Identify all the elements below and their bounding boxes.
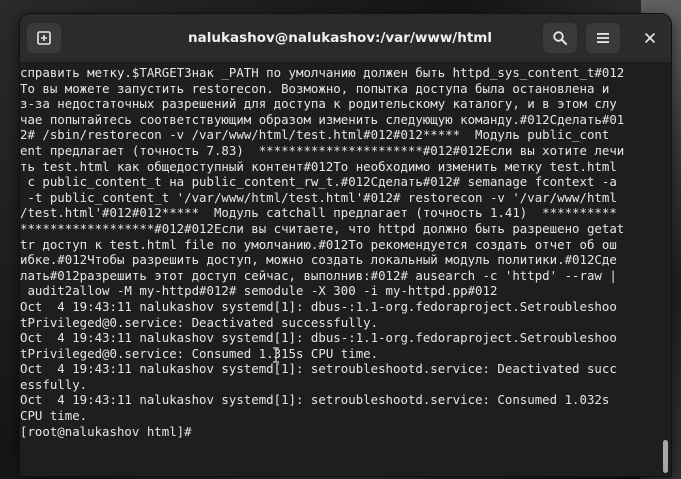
terminal-line: лать#012разрешить этот доступ сейчас, вы… <box>20 267 617 283</box>
scrollbar-thumb[interactable] <box>663 440 668 473</box>
terminal-line: ******************#012#012Если вы считае… <box>20 220 625 236</box>
terminal-line: Oct 4 19:43:11 nalukashov systemd[1]: db… <box>20 298 617 314</box>
close-button[interactable] <box>633 23 667 53</box>
terminal-line: То вы можете запустить restorecon. Возмо… <box>20 80 610 96</box>
terminal-output: справить метку.$TARGETЗнак _PATH по умол… <box>20 65 624 439</box>
terminal-line: чае попытайтесь соответствующим образом … <box>20 111 625 127</box>
text-cursor <box>199 425 206 438</box>
terminal-line: CPU time. <box>20 408 88 424</box>
terminal-line: tPrivileged@0.service: Deactivated succe… <box>20 314 379 330</box>
titlebar: nalukashov@nalukashov:/var/www/html <box>20 14 671 63</box>
terminal-line: ent предлагает (точность 7.83) *********… <box>20 142 625 158</box>
search-button[interactable] <box>543 23 577 53</box>
terminal-scrollbar[interactable] <box>661 63 669 476</box>
search-icon <box>553 31 567 45</box>
terminal-line: -t public_content_t '/var/www/html/test.… <box>20 189 617 205</box>
terminal-line: tr доступ к test.html file по умолчанию.… <box>20 236 617 252</box>
terminal-window: nalukashov@nalukashov:/var/www/html спра… <box>20 14 671 476</box>
new-tab-button[interactable] <box>27 23 61 53</box>
terminal-line: essfully. <box>20 376 88 392</box>
terminal-line: audit2allow -M my-httpd#012# semodule -X… <box>20 283 498 299</box>
terminal-line: ть test.html как общедоступный контент#0… <box>20 158 617 174</box>
new-tab-icon <box>37 31 51 45</box>
window-title: nalukashov@nalukashov:/var/www/html <box>188 30 492 46</box>
terminal-line: ибке.#012Чтобы разрешить доступ, можно с… <box>20 252 617 268</box>
terminal-line: Oct 4 19:43:11 nalukashov systemd[1]: se… <box>20 361 617 377</box>
terminal-area[interactable]: справить метку.$TARGETЗнак _PATH по умол… <box>20 63 671 476</box>
terminal-line: Oct 4 19:43:11 nalukashov systemd[1]: db… <box>20 330 617 346</box>
terminal-line: tPrivileged@0.service: Consumed 1.315s C… <box>20 345 379 361</box>
terminal-line: справить метку.$TARGETЗнак _PATH по умол… <box>20 65 625 80</box>
terminal-line: с public_content_t на public_content_rw_… <box>20 174 617 190</box>
menu-button[interactable] <box>586 23 620 53</box>
shell-prompt: [root@nalukashov html]# <box>20 423 200 439</box>
text-beam-cursor-icon <box>273 347 279 363</box>
terminal-line: з-за недостаточных разрешений для доступ… <box>20 96 617 112</box>
terminal-line: /test.html'#012#012***** Модуль catchall… <box>20 205 617 221</box>
close-icon <box>645 33 655 43</box>
hamburger-menu-icon <box>597 33 609 43</box>
terminal-line: 2# /sbin/restorecon -v /var/www/html/tes… <box>20 127 610 143</box>
terminal-line: Oct 4 19:43:11 nalukashov systemd[1]: se… <box>20 392 610 408</box>
